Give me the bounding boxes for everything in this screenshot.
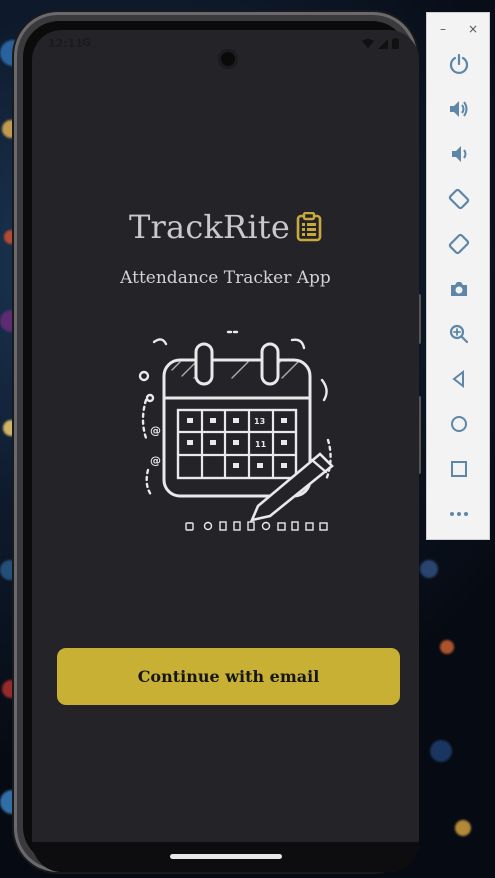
volume-down-icon <box>452 146 467 162</box>
app-subtitle: Attendance Tracker App <box>120 268 331 288</box>
zoom-button[interactable] <box>444 319 474 349</box>
wifi-icon <box>362 38 374 48</box>
calendar-number-13: 13 <box>254 417 265 426</box>
more-icon <box>450 512 468 516</box>
screenshot-button[interactable] <box>444 274 474 304</box>
battery-icon <box>392 38 399 49</box>
volume-up-button[interactable] <box>444 94 474 124</box>
home-icon <box>451 416 467 432</box>
app-logo: TrackRite <box>32 208 419 246</box>
more-button[interactable] <box>444 499 474 529</box>
phone-frame: 12:11 G TrackRite Attendance Tracker App… <box>14 12 421 872</box>
rotate-right-icon <box>448 233 470 255</box>
power-button[interactable] <box>444 49 474 79</box>
emulator-toolbar: – × <box>426 12 490 540</box>
home-indicator[interactable] <box>170 854 282 859</box>
close-button[interactable]: × <box>463 19 483 39</box>
back-icon <box>452 369 464 389</box>
calendar-number-11: 11 <box>255 440 267 449</box>
home-button[interactable] <box>444 409 474 439</box>
status-time: 12:11 <box>48 37 84 50</box>
rotate-left-button[interactable] <box>444 184 474 214</box>
google-status-icon: G <box>82 36 92 49</box>
app-screen: 12:11 G TrackRite Attendance Tracker App… <box>32 30 419 872</box>
back-button[interactable] <box>444 364 474 394</box>
svg-text:@: @ <box>150 454 161 467</box>
volume-down-button[interactable] <box>444 139 474 169</box>
overview-button[interactable] <box>444 454 474 484</box>
power-icon <box>449 53 469 75</box>
signal-icon <box>378 38 388 49</box>
continue-with-email-button[interactable]: Continue with email <box>57 648 400 705</box>
rotate-right-button[interactable] <box>444 229 474 259</box>
volume-up-icon <box>450 101 468 117</box>
overview-icon <box>451 461 467 477</box>
minimize-button[interactable]: – <box>433 19 453 39</box>
app-title: TrackRite <box>129 208 290 246</box>
clipboard-icon <box>296 212 322 242</box>
calendar-illustration: @ @ 13 11 <box>138 330 334 531</box>
svg-text:@: @ <box>150 424 161 437</box>
front-camera <box>218 49 238 69</box>
rotate-left-icon <box>448 188 470 210</box>
status-icons <box>362 38 399 49</box>
zoom-icon <box>449 324 469 344</box>
camera-icon <box>451 282 467 296</box>
emulator-titlebar: – × <box>427 19 489 39</box>
